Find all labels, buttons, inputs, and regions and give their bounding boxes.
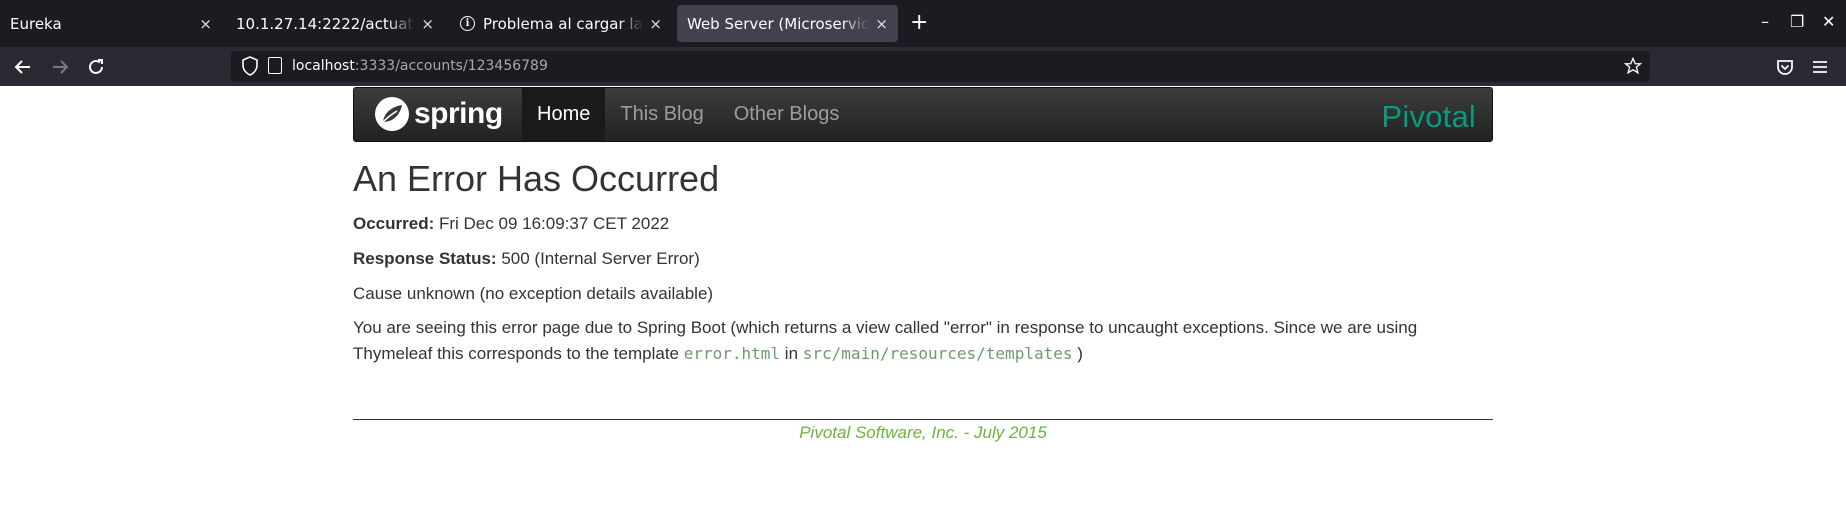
- url-path: :3333/accounts/123456789: [354, 58, 548, 74]
- navigation-toolbar: localhost:3333/accounts/123456789: [0, 47, 1846, 86]
- tab-load-problem[interactable]: i Problema al cargar la página ×: [450, 5, 672, 42]
- page-title: An Error Has Occurred: [353, 158, 720, 199]
- status-label: Response Status:: [353, 249, 497, 268]
- tab-eureka[interactable]: Eureka ×: [0, 5, 222, 42]
- close-icon[interactable]: ×: [875, 15, 888, 33]
- closing-paren: ): [1077, 344, 1083, 363]
- close-icon[interactable]: ×: [649, 15, 662, 33]
- occurred-line: Occurred: Fri Dec 09 16:09:37 CET 2022: [353, 213, 1493, 235]
- template-dir: src/main/resources/templates: [802, 344, 1073, 363]
- spring-leaf-icon: [375, 97, 409, 131]
- hamburger-menu-icon[interactable]: [1811, 59, 1829, 75]
- page-info-icon[interactable]: [268, 57, 282, 74]
- status-line: Response Status: 500 (Internal Server Er…: [353, 248, 1493, 270]
- brand-name: spring: [414, 97, 503, 130]
- tab-title: Eureka: [10, 14, 62, 33]
- reload-icon[interactable]: [87, 58, 105, 76]
- explanation-paragraph: You are seeing this error page due to Sp…: [353, 315, 1493, 367]
- back-arrow-icon[interactable]: [14, 58, 32, 76]
- close-icon[interactable]: ×: [421, 15, 434, 33]
- url-text[interactable]: localhost:3333/accounts/123456789: [292, 58, 548, 74]
- tab-web-server[interactable]: Web Server (Microservices Blog) ×: [677, 5, 898, 42]
- tab-title: Problema al cargar la página: [483, 14, 643, 33]
- tab-bar: Eureka × 10.1.27.14:2222/actuator/info ×…: [0, 0, 1846, 47]
- tab-title: Web Server (Microservices Blog): [687, 14, 870, 33]
- url-host: localhost: [292, 58, 355, 74]
- new-tab-button[interactable]: +: [910, 10, 928, 35]
- url-bar[interactable]: localhost:3333/accounts/123456789: [231, 51, 1650, 82]
- star-icon[interactable]: [1624, 57, 1642, 75]
- info-icon: i: [460, 16, 475, 31]
- forward-arrow-icon[interactable]: [51, 58, 69, 76]
- tab-title: 10.1.27.14:2222/actuator/info: [236, 14, 415, 33]
- close-icon[interactable]: ×: [199, 15, 212, 33]
- nav-this-blog[interactable]: This Blog: [605, 88, 718, 141]
- in-word: in: [784, 344, 799, 363]
- shield-icon[interactable]: [241, 56, 259, 76]
- pocket-icon[interactable]: [1776, 58, 1794, 76]
- footer-text: Pivotal Software, Inc. - July 2015: [799, 423, 1047, 442]
- status-value: 500 (Internal Server Error): [501, 249, 700, 268]
- site-menu: Home This Blog Other Blogs: [522, 88, 854, 141]
- occurred-label: Occurred:: [353, 214, 435, 233]
- template-file: error.html: [683, 344, 781, 363]
- nav-home[interactable]: Home: [522, 88, 606, 141]
- restore-icon[interactable]: ❐: [1790, 12, 1804, 31]
- tab-actuator-info[interactable]: 10.1.27.14:2222/actuator/info ×: [226, 5, 444, 42]
- cause-line: Cause unknown (no exception details avai…: [353, 284, 714, 303]
- minimize-icon[interactable]: –: [1761, 12, 1769, 31]
- spring-brand[interactable]: spring: [374, 96, 503, 132]
- pivotal-logo[interactable]: Pivotal: [1382, 99, 1476, 135]
- error-content: An Error Has Occurred Occurred: Fri Dec …: [353, 159, 1493, 367]
- footer-divider: [353, 419, 1493, 420]
- nav-other-blogs[interactable]: Other Blogs: [719, 88, 855, 141]
- window-close-icon[interactable]: ✕: [1822, 12, 1835, 31]
- occurred-value: Fri Dec 09 16:09:37 CET 2022: [438, 214, 670, 233]
- site-navbar: spring Home This Blog Other Blogs Pivota…: [353, 87, 1493, 142]
